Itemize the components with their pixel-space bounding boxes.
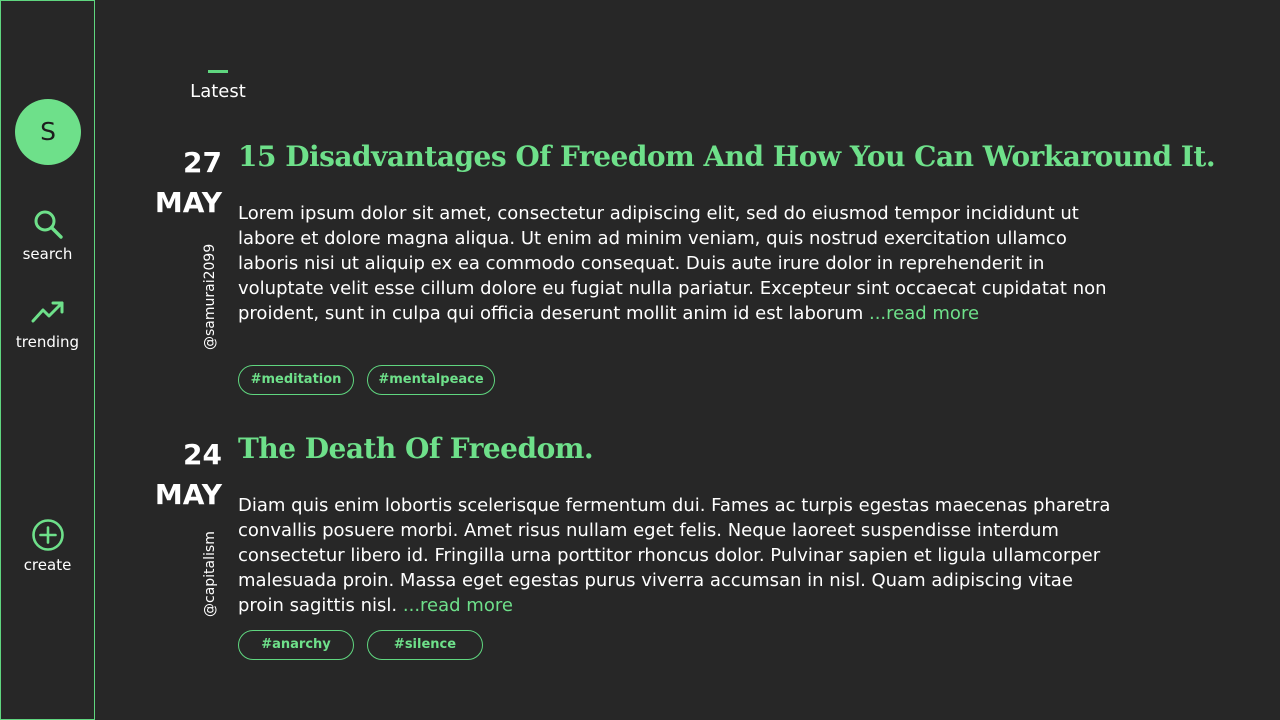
search-icon [34,210,63,239]
post-author[interactable]: @samurai2099 [202,230,222,350]
post-author[interactable]: @capitalism [202,522,222,617]
tab-latest[interactable]: Latest [184,70,252,102]
tag-chip[interactable]: #anarchy [238,630,354,660]
plus-circle-icon [31,519,64,551]
active-tab-indicator [208,70,228,73]
post-body: Diam quis enim lobortis scelerisque ferm… [238,493,1118,618]
sidebar-item-trending[interactable]: trending [1,295,94,351]
read-more-link[interactable]: ...read more [403,595,513,616]
read-more-link[interactable]: ...read more [869,303,979,324]
post-day: 24 [183,438,222,471]
tab-label: Latest [190,81,246,102]
post-title[interactable]: 15 Disadvantages Of Freedom And How You … [238,140,1216,173]
sidebar-item-label: search [22,245,73,263]
sidebar-item-label: trending [15,333,80,351]
post-excerpt: Diam quis enim lobortis scelerisque ferm… [238,495,1111,616]
post-month: MAY [154,186,222,219]
sidebar: S search trending create [0,0,95,720]
tag-list: #anarchy #silence [238,630,496,660]
tag-chip[interactable]: #silence [367,630,483,660]
post-title[interactable]: The Death Of Freedom. [238,432,594,465]
sidebar-item-label: create [23,556,72,574]
sidebar-item-create[interactable]: create [1,518,94,574]
trending-up-icon [31,301,63,323]
tag-chip[interactable]: #meditation [238,365,354,395]
tag-list: #meditation #mentalpeace [238,365,508,395]
post-day: 27 [183,146,222,179]
sidebar-item-search[interactable]: search [1,207,94,263]
avatar[interactable]: S [15,99,81,165]
post-body: Lorem ipsum dolor sit amet, consectetur … [238,201,1118,326]
tag-chip[interactable]: #mentalpeace [367,365,495,395]
post-month: MAY [154,478,222,511]
